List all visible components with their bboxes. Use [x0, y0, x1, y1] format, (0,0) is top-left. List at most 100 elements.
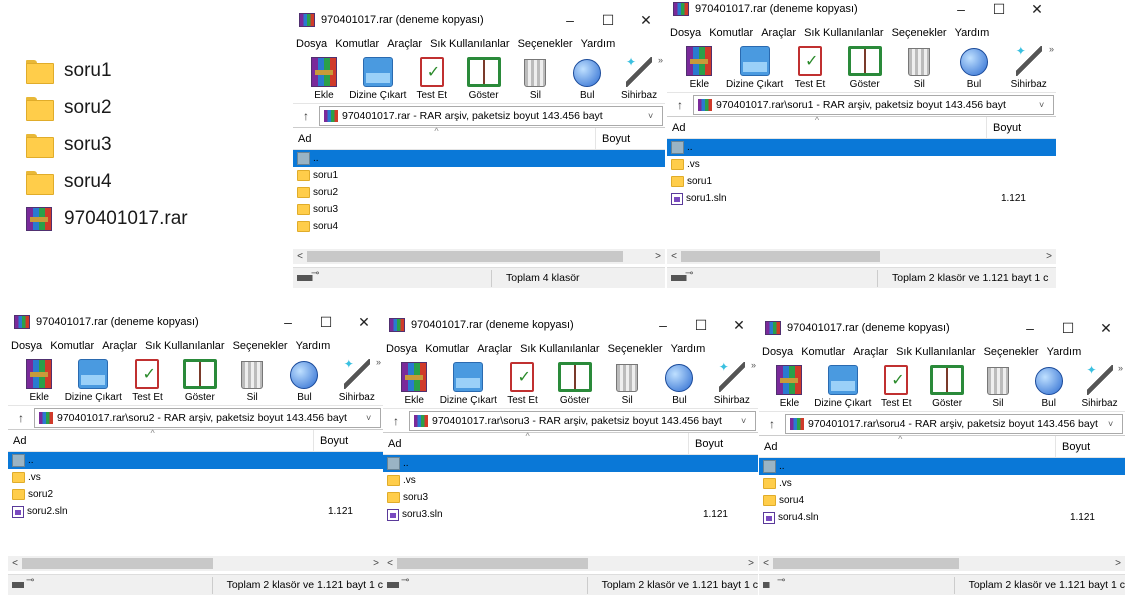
chevron-right-icon[interactable]: » [1118, 363, 1123, 373]
chevron-right-icon[interactable]: » [658, 55, 663, 65]
menu-item[interactable]: Yardım [296, 340, 331, 352]
view-button[interactable]: Göster [458, 53, 510, 103]
horizontal-scrollbar[interactable]: < > [759, 556, 1125, 571]
drive-icon[interactable] [671, 268, 697, 281]
scroll-left-icon[interactable]: < [8, 558, 22, 569]
title-bar[interactable]: 970401017.rar (deneme kopyası) – ☐ ✕ [759, 313, 1125, 343]
chevron-down-icon[interactable]: ˅ [1039, 100, 1053, 110]
column-name-header[interactable]: Ad [383, 438, 688, 450]
menu-item[interactable]: Araçlar [102, 340, 137, 352]
add-button[interactable]: Ekle [672, 42, 727, 92]
menu-item[interactable]: Sık Kullanılanlar [145, 340, 225, 352]
desktop-folder-soru4[interactable]: soru4 [26, 163, 226, 200]
scroll-right-icon[interactable]: > [744, 558, 758, 569]
menu-item[interactable]: Yardım [671, 343, 706, 355]
menu-item[interactable]: Dosya [11, 340, 42, 352]
list-item[interactable]: soru4.sln 1.121 [759, 509, 1125, 526]
chevron-down-icon[interactable]: ˅ [648, 111, 662, 121]
list-item[interactable]: soru3 [293, 201, 665, 218]
test-button[interactable]: Test Et [406, 53, 458, 103]
find-button[interactable]: Bul [653, 358, 705, 408]
drive-icon[interactable] [12, 575, 34, 588]
up-arrow-icon[interactable]: ↑ [293, 109, 319, 123]
list-item[interactable]: .. [293, 150, 665, 167]
list-item[interactable]: soru4 [293, 218, 665, 235]
menu-item[interactable]: Komutlar [335, 38, 379, 50]
menu-item[interactable]: Seçenekler [233, 340, 288, 352]
list-item[interactable]: soru1 [667, 173, 1056, 190]
column-size-header[interactable]: Boyut [313, 430, 383, 451]
list-item[interactable]: soru2 [8, 486, 383, 503]
title-bar[interactable]: 970401017.rar (deneme kopyası) – ☐ ✕ [8, 307, 383, 337]
menu-item[interactable]: Dosya [296, 38, 327, 50]
list-item[interactable]: .vs [667, 156, 1056, 173]
minimize-button[interactable]: – [644, 317, 682, 334]
up-arrow-icon[interactable]: ↑ [759, 417, 785, 431]
column-name-header[interactable]: Ad [293, 133, 595, 145]
scrollbar-thumb[interactable] [22, 558, 213, 569]
close-button[interactable]: ✕ [345, 314, 383, 331]
list-item[interactable]: .. [667, 139, 1056, 156]
scroll-right-icon[interactable]: > [651, 251, 665, 262]
menu-item[interactable]: Komutlar [709, 27, 753, 39]
scrollbar-thumb[interactable] [307, 251, 624, 262]
list-item[interactable]: .. [383, 455, 758, 472]
menu-item[interactable]: Araçlar [853, 346, 888, 358]
desktop-folder-soru2[interactable]: soru2 [26, 89, 226, 126]
scroll-left-icon[interactable]: < [293, 251, 307, 262]
address-field[interactable]: 970401017.rar\soru1 - RAR arşiv, paketsi… [693, 94, 1054, 115]
chevron-down-icon[interactable]: ˅ [366, 413, 380, 423]
drive-icon[interactable] [387, 575, 409, 588]
title-bar[interactable]: 970401017.rar (deneme kopyası) – ☐ ✕ [293, 5, 665, 35]
column-name-header[interactable]: Ad [8, 435, 313, 447]
close-button[interactable]: ✕ [1018, 1, 1056, 18]
menu-item[interactable]: Seçenekler [984, 346, 1039, 358]
extract-to-button[interactable]: Dizine Çıkart [726, 42, 783, 92]
maximize-button[interactable]: ☐ [589, 12, 627, 29]
minimize-button[interactable]: – [942, 1, 980, 18]
maximize-button[interactable]: ☐ [980, 1, 1018, 18]
menu-item[interactable]: Komutlar [425, 343, 469, 355]
list-item[interactable]: .. [8, 452, 383, 469]
add-button[interactable]: Ekle [388, 358, 440, 408]
menu-item[interactable]: Sık Kullanılanlar [896, 346, 976, 358]
scrollbar-thumb[interactable] [681, 251, 880, 262]
test-button[interactable]: Test Et [121, 355, 173, 405]
desktop-rar-file[interactable]: 970401017.rar [26, 200, 226, 237]
add-button[interactable]: Ekle [13, 355, 65, 405]
drive-icon[interactable] [297, 268, 323, 281]
minimize-button[interactable]: – [269, 314, 307, 331]
column-name-header[interactable]: Ad [667, 122, 986, 134]
address-field[interactable]: 970401017.rar\soru3 - RAR arşiv, paketsi… [409, 410, 756, 431]
column-size-header[interactable]: Boyut [986, 117, 1056, 138]
list-item[interactable]: .vs [759, 475, 1125, 492]
view-button[interactable]: Göster [922, 361, 973, 411]
title-bar[interactable]: 970401017.rar (deneme kopyası) – ☐ ✕ [667, 0, 1056, 24]
column-name-header[interactable]: Ad [759, 441, 1055, 453]
scroll-right-icon[interactable]: > [369, 558, 383, 569]
delete-button[interactable]: Sil [601, 358, 653, 408]
menu-item[interactable]: Seçenekler [608, 343, 663, 355]
up-arrow-icon[interactable]: ↑ [667, 98, 693, 112]
up-arrow-icon[interactable]: ↑ [8, 411, 34, 425]
chevron-down-icon[interactable]: ˅ [741, 416, 755, 426]
test-button[interactable]: Test Et [496, 358, 548, 408]
maximize-button[interactable]: ☐ [1049, 320, 1087, 337]
delete-button[interactable]: Sil [226, 355, 278, 405]
list-item[interactable]: soru2 [293, 184, 665, 201]
extract-to-button[interactable]: Dizine Çıkart [814, 361, 871, 411]
column-size-header[interactable]: Boyut [595, 128, 665, 149]
menu-item[interactable]: Araçlar [477, 343, 512, 355]
close-button[interactable]: ✕ [627, 12, 665, 29]
menu-item[interactable]: Sık Kullanılanlar [520, 343, 600, 355]
list-item[interactable]: soru1 [293, 167, 665, 184]
column-size-header[interactable]: Boyut [688, 433, 758, 454]
menu-item[interactable]: Komutlar [50, 340, 94, 352]
menu-item[interactable]: Sık Kullanılanlar [430, 38, 510, 50]
add-button[interactable]: Ekle [298, 53, 350, 103]
view-button[interactable]: Göster [837, 42, 892, 92]
menu-item[interactable]: Yardım [955, 27, 990, 39]
minimize-button[interactable]: – [551, 12, 589, 29]
scroll-right-icon[interactable]: > [1111, 558, 1125, 569]
chevron-right-icon[interactable]: » [751, 360, 756, 370]
